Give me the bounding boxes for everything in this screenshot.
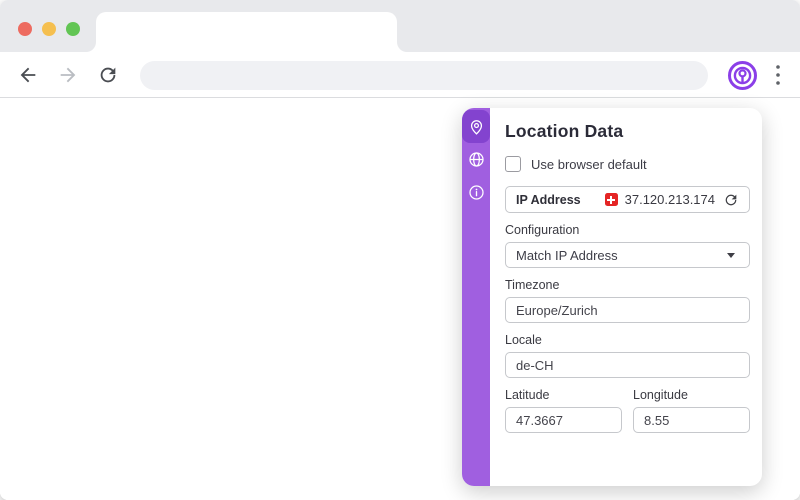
timezone-label: Timezone: [505, 278, 560, 292]
sidebar-item-info[interactable]: [462, 176, 490, 209]
back-button[interactable]: [16, 63, 40, 87]
kebab-menu-icon: [776, 65, 780, 85]
configuration-select[interactable]: Match IP Address: [505, 242, 750, 268]
forward-button[interactable]: [56, 63, 80, 87]
swiss-flag-icon: [604, 193, 618, 206]
browser-window: Location Data Use browser default IP Add…: [0, 0, 800, 500]
page-content: Location Data Use browser default IP Add…: [0, 98, 800, 500]
reload-icon: [100, 67, 116, 83]
browser-tab[interactable]: [96, 12, 397, 52]
timezone-input[interactable]: [505, 297, 750, 323]
configuration-label: Configuration: [505, 223, 580, 237]
ip-address-value: 37.120.213.174: [624, 192, 715, 207]
refresh-icon: [725, 194, 737, 205]
reload-button[interactable]: [96, 63, 120, 87]
lat-long-row: Latitude Longitude: [505, 378, 750, 433]
globe-icon: [468, 152, 484, 167]
configuration-value: Match IP Address: [516, 247, 618, 263]
back-arrow-icon: [20, 67, 36, 83]
extension-button[interactable]: [727, 60, 758, 91]
use-browser-default-row: Use browser default: [505, 155, 750, 173]
address-bar[interactable]: [140, 61, 708, 90]
forward-arrow-icon: [60, 67, 76, 83]
dropdown-caret-icon: [727, 252, 735, 258]
browser-toolbar: [0, 52, 800, 98]
sidebar-item-globe[interactable]: [462, 143, 490, 176]
browser-menu-button[interactable]: [768, 63, 788, 87]
traffic-light-minimize[interactable]: [42, 22, 56, 36]
longitude-input[interactable]: [633, 407, 750, 433]
page-title: Location Data: [505, 121, 624, 141]
longitude-label: Longitude: [633, 388, 688, 402]
ip-address-row: IP Address 37.120.213.174: [505, 186, 750, 213]
use-browser-default-label: Use browser default: [531, 156, 647, 172]
refresh-ip-button[interactable]: [723, 191, 741, 209]
ip-address-label: IP Address: [516, 192, 581, 207]
popup-sidebar: [462, 108, 490, 486]
locale-label: Locale: [505, 333, 542, 347]
titlebar: [0, 0, 800, 52]
use-browser-default-checkbox[interactable]: [505, 156, 521, 172]
latitude-label: Latitude: [505, 388, 550, 402]
popup-main: Location Data Use browser default IP Add…: [490, 108, 762, 486]
sidebar-item-location[interactable]: [462, 110, 490, 143]
extension-popup: Location Data Use browser default IP Add…: [462, 108, 762, 486]
location-pin-icon: [470, 120, 482, 135]
latitude-input[interactable]: [505, 407, 622, 433]
locale-input[interactable]: [505, 352, 750, 378]
vytal-extension-icon: [728, 61, 757, 90]
traffic-light-zoom[interactable]: [66, 22, 80, 36]
info-icon: [468, 185, 484, 200]
traffic-light-close[interactable]: [18, 22, 32, 36]
